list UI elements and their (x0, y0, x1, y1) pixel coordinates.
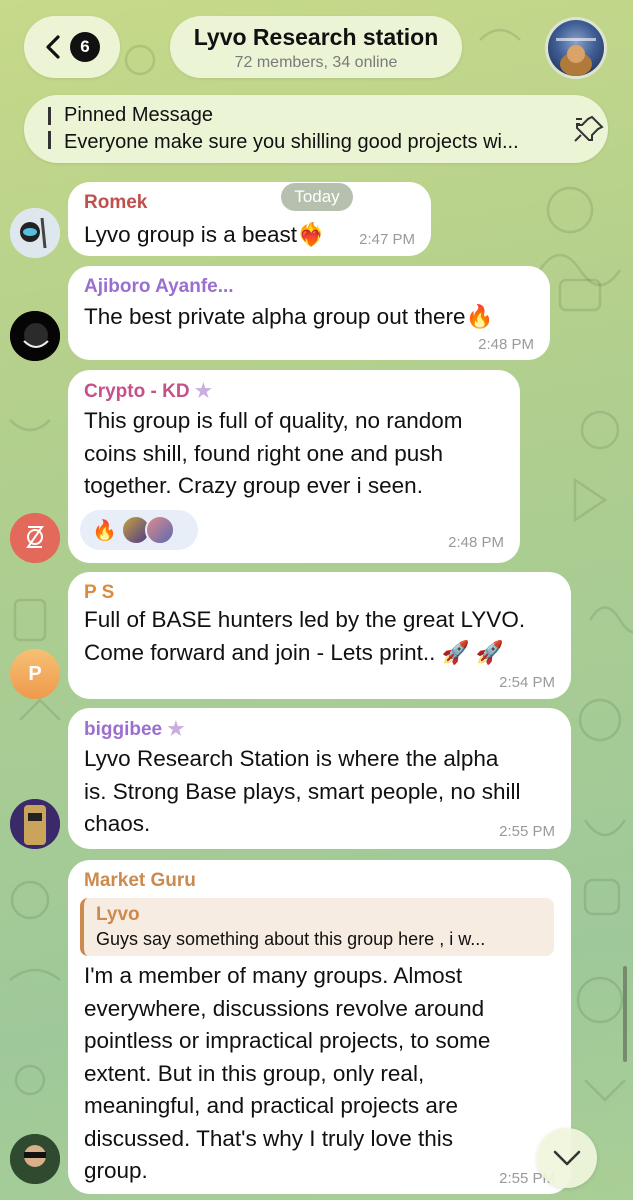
message-time: 2:54 PM (499, 674, 555, 691)
fire-reaction-icon: 🔥 (92, 519, 117, 542)
avatar[interactable] (10, 799, 60, 849)
pinned-indicator (48, 107, 51, 151)
chat-title-pill[interactable]: Lyvo Research station 72 members, 34 onl… (170, 16, 462, 78)
message-text: I'm a member of many groups. Almost ever… (84, 960, 490, 1188)
chat-header: 6 Lyvo Research station 72 members, 34 o… (0, 0, 633, 180)
message-line: This group is full of quality, no random (84, 408, 463, 433)
scrollbar[interactable] (623, 966, 627, 1062)
message-time: 2:47 PM (359, 231, 415, 248)
message-time: 2:48 PM (448, 534, 504, 551)
chat-subtitle: 72 members, 34 online (234, 54, 398, 71)
sender-name: Romek (84, 192, 148, 213)
message-line: is. Strong Base plays, smart people, no … (84, 778, 521, 804)
reaction-chip[interactable]: 🔥 (80, 510, 198, 550)
message-text: This group is full of quality, no random… (84, 405, 463, 503)
message-line: Full of BASE hunters led by the great LY… (84, 607, 526, 632)
message-bubble[interactable]: Romek Lyvo group is a beast❤️‍🔥 2:47 PM (68, 182, 431, 256)
chat-title: Lyvo Research station (193, 24, 439, 50)
sender-name: Market Guru (84, 870, 196, 891)
message-line: I'm a member of many groups. Almost (84, 963, 463, 988)
message-bubble[interactable]: P S Full of BASE hunters led by the grea… (68, 572, 571, 699)
back-button[interactable]: 6 (24, 16, 120, 78)
avatar[interactable] (10, 1134, 60, 1184)
avatar[interactable] (10, 208, 60, 258)
group-avatar-image (556, 38, 596, 76)
date-chip: Today (281, 183, 353, 211)
message-text: The best private alpha group out there🔥 (84, 304, 494, 329)
sender-name: P S (84, 582, 115, 603)
message-text: Lyvo group is a beast❤️‍🔥 (84, 222, 326, 247)
avatar[interactable]: P (10, 649, 60, 699)
message-line: meaningful, and practical projects are (84, 1093, 458, 1118)
chevron-left-icon (46, 35, 60, 59)
reply-sender: Lyvo (96, 904, 140, 925)
sender-name: Crypto - KD ★ (84, 380, 212, 403)
message-time: 2:55 PM (499, 823, 555, 840)
chevron-down-icon (553, 1150, 581, 1166)
unread-count-badge: 6 (70, 32, 100, 62)
unpin-icon[interactable] (572, 113, 606, 145)
reactor-avatar (144, 515, 175, 545)
scroll-to-bottom-button[interactable] (537, 1128, 597, 1188)
message-line: group. (84, 1158, 148, 1183)
message-line: pointless or impractical projects, to so… (84, 1028, 491, 1053)
message-line: chaos. (84, 811, 151, 836)
message-bubble[interactable]: Market Guru Lyvo Guys say something abou… (68, 860, 571, 1194)
sender-name: biggibee ★ (84, 718, 184, 741)
message-line: together. Crazy group ever i seen. (84, 473, 423, 498)
message-bubble[interactable]: Ajiboro Ayanfe... The best private alpha… (68, 266, 550, 360)
message-line: discussed. That's why I truly love this (84, 1125, 454, 1151)
premium-star-icon: ★ (194, 381, 212, 402)
pinned-title: Pinned Message (64, 104, 213, 126)
message-line: everywhere, discussions revolve around (84, 995, 485, 1021)
sender-name-text: biggibee (84, 719, 163, 740)
message-line: coins shill, found right one and push (84, 440, 443, 466)
message-bubble[interactable]: biggibee ★ Lyvo Research Station is wher… (68, 708, 571, 849)
premium-star-icon: ★ (167, 719, 185, 740)
message-line: extent. But in this group, only real, (84, 1060, 425, 1086)
avatar-initial: P (28, 663, 42, 685)
pinned-message-bar[interactable]: Pinned Message Everyone make sure you sh… (24, 95, 608, 163)
message-line: Lyvo Research Station is where the alpha (84, 746, 499, 771)
message-bubble[interactable]: Crypto - KD ★ This group is full of qual… (68, 370, 520, 563)
sender-name-text: Crypto - KD (84, 381, 190, 402)
group-avatar[interactable] (545, 17, 607, 79)
message-line: Come forward and join - Lets print.. 🚀 🚀 (84, 639, 504, 665)
message-text: Lyvo Research Station is where the alpha… (84, 743, 520, 841)
avatar[interactable] (10, 311, 60, 361)
avatar[interactable] (10, 513, 60, 563)
reply-quote[interactable]: Lyvo Guys say something about this group… (80, 898, 554, 956)
message-time: 2:48 PM (478, 336, 534, 353)
sender-name: Ajiboro Ayanfe... (84, 276, 234, 297)
message-text: Full of BASE hunters led by the great LY… (84, 604, 525, 669)
reply-text: Guys say something about this group here… (96, 929, 486, 949)
pinned-text: Everyone make sure you shilling good pro… (64, 131, 519, 153)
